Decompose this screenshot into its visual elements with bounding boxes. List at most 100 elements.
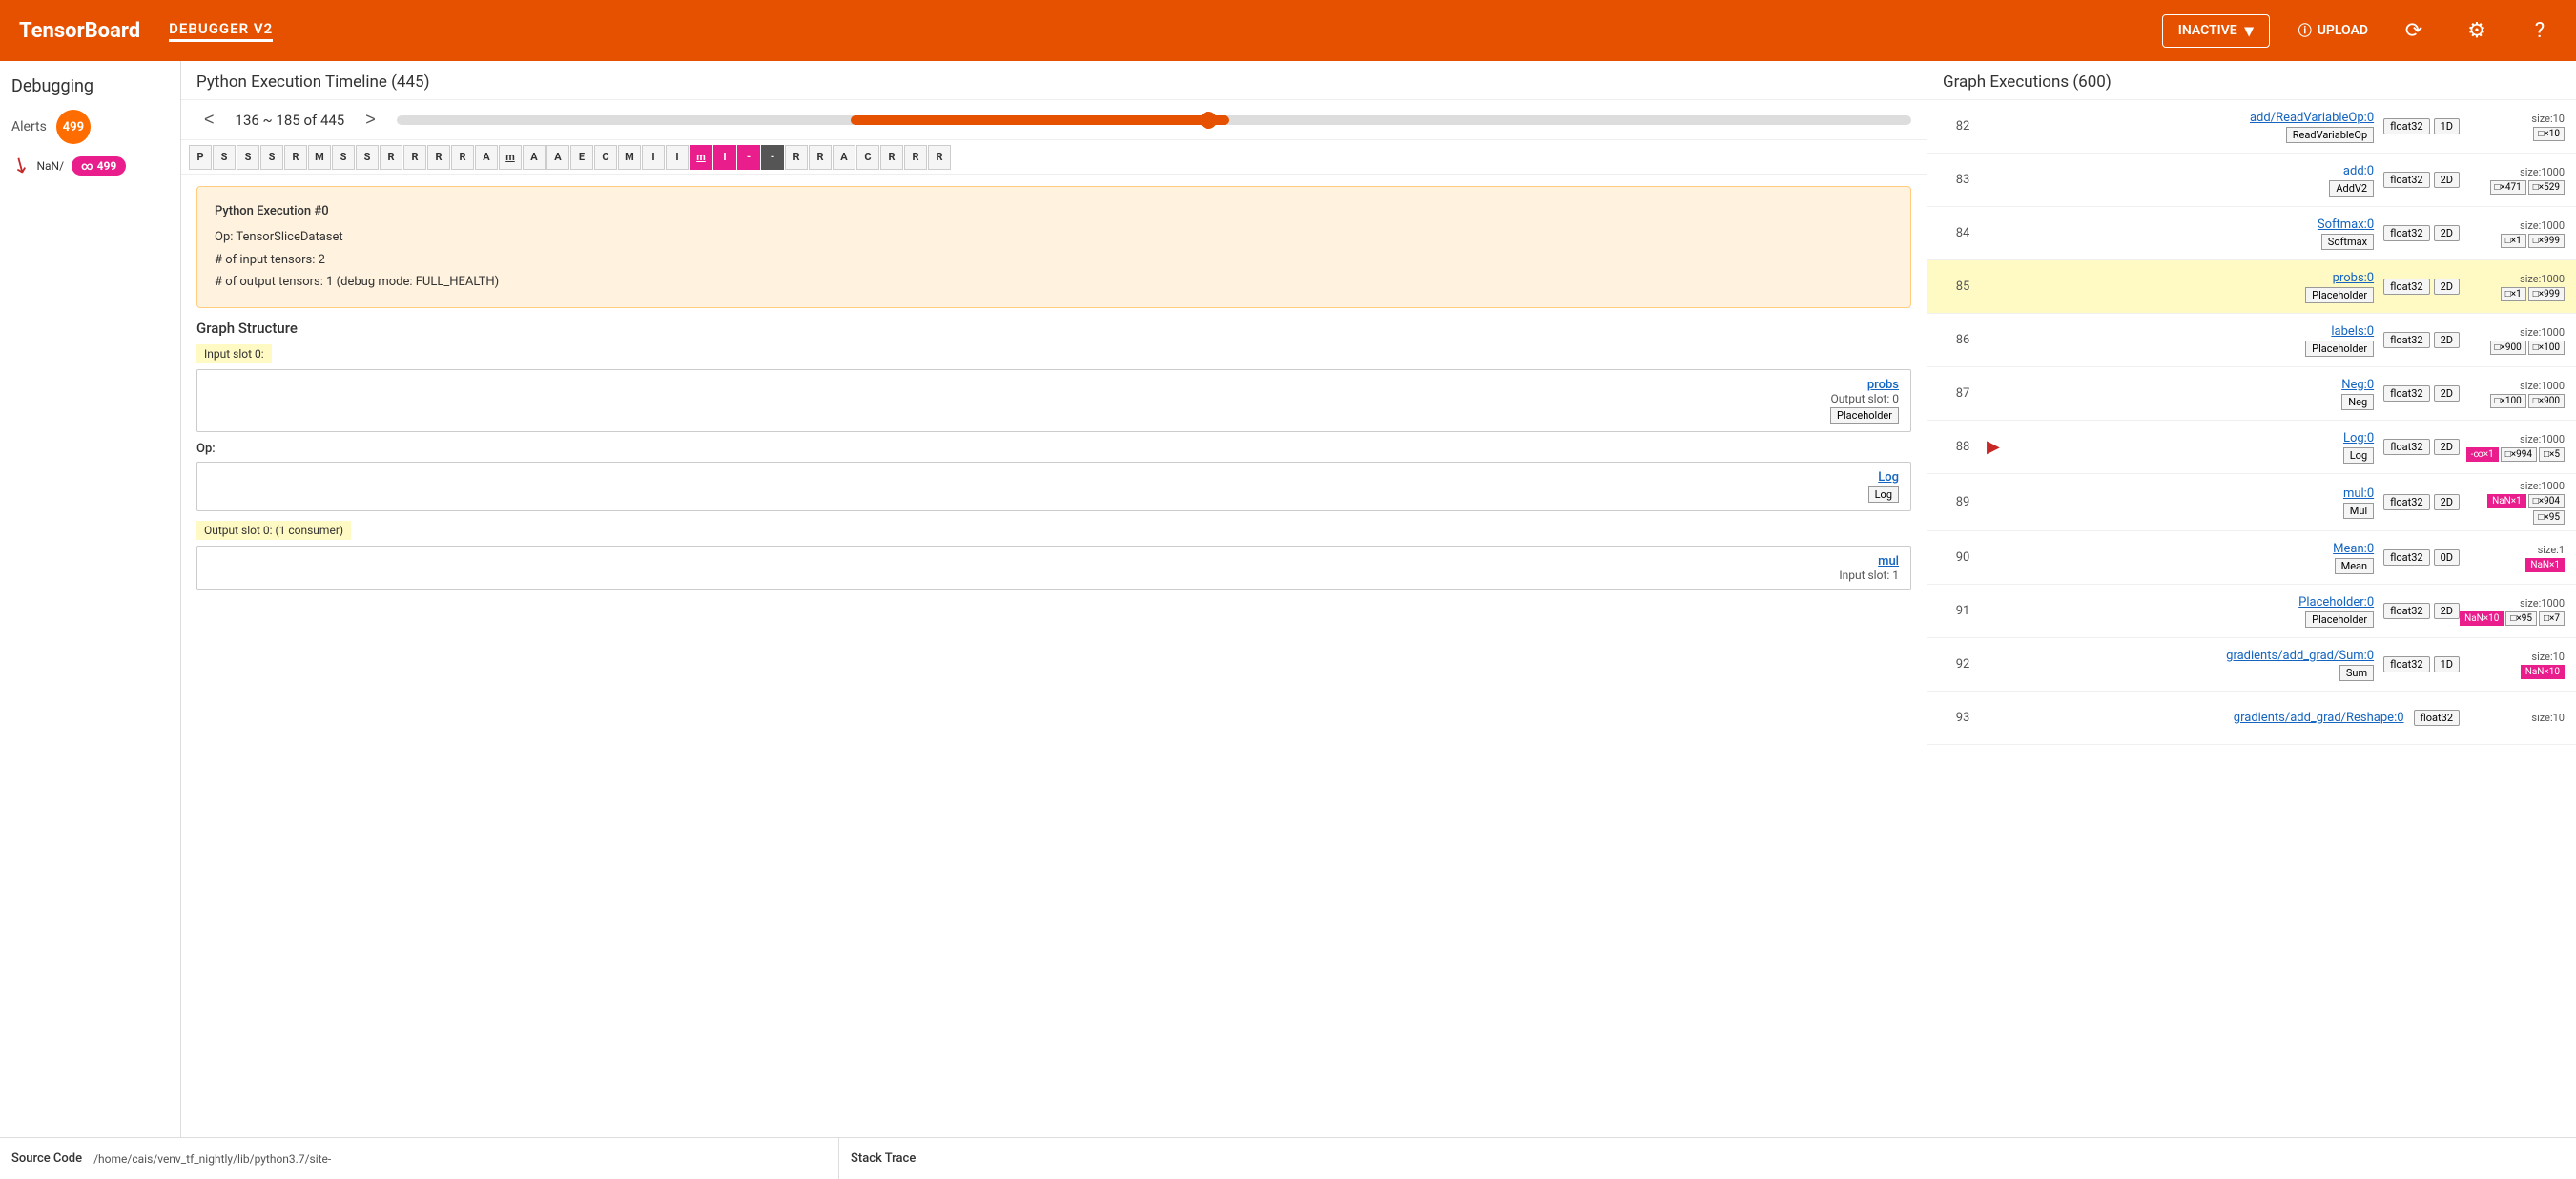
input-slot-label: Input slot 0:	[196, 344, 272, 363]
table-row[interactable]: 89mul:0Mulfloat322Dsize:1000NaN×1□×904□×…	[1927, 474, 2576, 531]
table-row[interactable]: 86labels:0Placeholderfloat322Dsize:1000□…	[1927, 314, 2576, 367]
exec-row-num: 83	[1939, 173, 1987, 187]
refresh-icon: ⟳	[2405, 19, 2422, 43]
help-button[interactable]: ?	[2523, 13, 2557, 48]
exec-op-name[interactable]: Softmax:0	[2013, 217, 2374, 232]
exec-op-name[interactable]: Log:0	[2013, 431, 2374, 445]
py-exec-op: Op: TensorSliceDataset	[215, 226, 1893, 248]
op-cell[interactable]: P	[189, 145, 212, 170]
status-dropdown[interactable]: INACTIVE ▾	[2162, 14, 2270, 48]
exec-op-name[interactable]: add/ReadVariableOp:0	[2013, 111, 2374, 125]
op-cell[interactable]: m	[690, 145, 712, 170]
exec-dims-row: -∞×1□×994□×5	[2460, 447, 2565, 462]
exec-size-col: size:1000□×100□×900	[2460, 380, 2565, 408]
exec-row-num: 85	[1939, 279, 1987, 294]
op-cell[interactable]: A	[523, 145, 546, 170]
output-card-name[interactable]: mul	[209, 554, 1899, 569]
exec-dtype-tag: float32	[2383, 118, 2429, 134]
op-cell[interactable]: I	[642, 145, 665, 170]
op-cell[interactable]: C	[856, 145, 879, 170]
op-cell[interactable]: C	[594, 145, 617, 170]
op-cell[interactable]: R	[904, 145, 927, 170]
exec-tags-col: float321D	[2383, 656, 2460, 672]
exec-dim-box: □×994	[2501, 447, 2537, 462]
exec-dim-box: □×100	[2528, 341, 2565, 355]
input-card-tag: Placeholder	[1830, 407, 1899, 424]
sidebar: Debugging Alerts 499 ↘ NaN/ ∞ 499	[0, 61, 181, 1137]
upload-button[interactable]: ⓘ UPLOAD	[2298, 21, 2368, 40]
exec-dtype-tag: float32	[2383, 279, 2429, 295]
op-cell[interactable]: S	[260, 145, 283, 170]
op-cell[interactable]: R	[403, 145, 426, 170]
op-cell[interactable]: A	[833, 145, 855, 170]
exec-op-name[interactable]: labels:0	[2013, 324, 2374, 339]
table-row[interactable]: 93gradients/add_grad/Reshape:0float32siz…	[1927, 692, 2576, 745]
exec-op-name[interactable]: gradients/add_grad/Sum:0	[2013, 649, 2374, 663]
exec-dim-box: □×95	[2533, 510, 2565, 525]
source-code-path: /home/cais/venv_tf_nightly/lib/python3.7…	[93, 1152, 331, 1166]
alerts-label: Alerts	[11, 119, 47, 134]
op-cell[interactable]: S	[356, 145, 379, 170]
exec-dim-box: □×95	[2505, 611, 2537, 626]
op-cell[interactable]: R	[928, 145, 951, 170]
op-cell[interactable]: R	[284, 145, 307, 170]
op-cell[interactable]: -	[737, 145, 760, 170]
bottom-bar: Source Code /home/cais/venv_tf_nightly/l…	[0, 1137, 2576, 1179]
op-cell[interactable]: I	[713, 145, 736, 170]
nan-badge: ∞ 499	[72, 156, 126, 176]
refresh-button[interactable]: ⟳	[2397, 13, 2431, 48]
table-row[interactable]: 90Mean:0Meanfloat320Dsize:1NaN×1	[1927, 531, 2576, 585]
exec-size-text: size:10	[2460, 113, 2565, 125]
exec-row-name-col: Neg:0Neg	[2013, 378, 2383, 410]
exec-dtype-tag: float32	[2383, 494, 2429, 510]
table-row[interactable]: 84Softmax:0Softmaxfloat322Dsize:1000□×1□…	[1927, 207, 2576, 260]
exec-op-name[interactable]: gradients/add_grad/Reshape:0	[2013, 711, 2404, 725]
table-row[interactable]: 82add/ReadVariableOp:0ReadVariableOpfloa…	[1927, 100, 2576, 154]
op-cell[interactable]: S	[332, 145, 355, 170]
op-cell[interactable]: R	[880, 145, 903, 170]
settings-button[interactable]: ⚙	[2460, 13, 2494, 48]
exec-size-text: size:1000	[2460, 219, 2565, 232]
op-cell[interactable]: M	[308, 145, 331, 170]
op-cell[interactable]: I	[666, 145, 689, 170]
table-row[interactable]: 85probs:0Placeholderfloat322Dsize:1000□×…	[1927, 260, 2576, 314]
op-cell[interactable]: R	[380, 145, 402, 170]
exec-op-name[interactable]: mul:0	[2013, 486, 2374, 501]
timeline-fill	[851, 115, 1229, 125]
exec-size-col: size:10	[2460, 712, 2565, 724]
exec-op-name[interactable]: add:0	[2013, 164, 2374, 178]
input-card-name[interactable]: probs	[209, 378, 1899, 392]
op-cell[interactable]: m	[499, 145, 522, 170]
table-row[interactable]: 91Placeholder:0Placeholderfloat322Dsize:…	[1927, 585, 2576, 638]
op-cell[interactable]: R	[427, 145, 450, 170]
op-card-name[interactable]: Log	[209, 470, 1899, 485]
op-cell[interactable]: S	[237, 145, 259, 170]
op-cell[interactable]: M	[618, 145, 641, 170]
source-code-label: Source Code	[11, 1151, 82, 1166]
table-row[interactable]: 92gradients/add_grad/Sum:0Sumfloat321Dsi…	[1927, 638, 2576, 692]
exec-row-num: 88	[1939, 440, 1987, 454]
exec-op-name[interactable]: Neg:0	[2013, 378, 2374, 392]
exec-rank-tag: 2D	[2434, 494, 2460, 510]
op-cell[interactable]: E	[570, 145, 593, 170]
op-cell[interactable]: S	[213, 145, 236, 170]
table-row[interactable]: 87Neg:0Negfloat322Dsize:1000□×100□×900	[1927, 367, 2576, 421]
exec-row-name-col: Softmax:0Softmax	[2013, 217, 2383, 250]
table-row[interactable]: 88▶Log:0Logfloat322Dsize:1000-∞×1□×994□×…	[1927, 421, 2576, 474]
op-cell[interactable]: A	[546, 145, 569, 170]
py-exec-op-label: Op:	[215, 230, 233, 244]
exec-op-name[interactable]: probs:0	[2013, 271, 2374, 285]
table-row[interactable]: 83add:0AddV2float322Dsize:1000□×471□×529	[1927, 154, 2576, 207]
timeline-prev-btn[interactable]: <	[196, 108, 222, 132]
exec-dim-box: NaN×10	[2460, 611, 2504, 626]
timeline-slider[interactable]	[397, 115, 1911, 125]
exec-op-name[interactable]: Mean:0	[2013, 542, 2374, 556]
op-cell[interactable]: R	[809, 145, 832, 170]
op-cell[interactable]: A	[475, 145, 498, 170]
op-cell[interactable]: -	[761, 145, 784, 170]
op-cell[interactable]: R	[785, 145, 808, 170]
timeline-next-btn[interactable]: >	[358, 108, 383, 132]
exec-row-num: 92	[1939, 657, 1987, 672]
op-cell[interactable]: R	[451, 145, 474, 170]
exec-op-name[interactable]: Placeholder:0	[2013, 595, 2374, 610]
